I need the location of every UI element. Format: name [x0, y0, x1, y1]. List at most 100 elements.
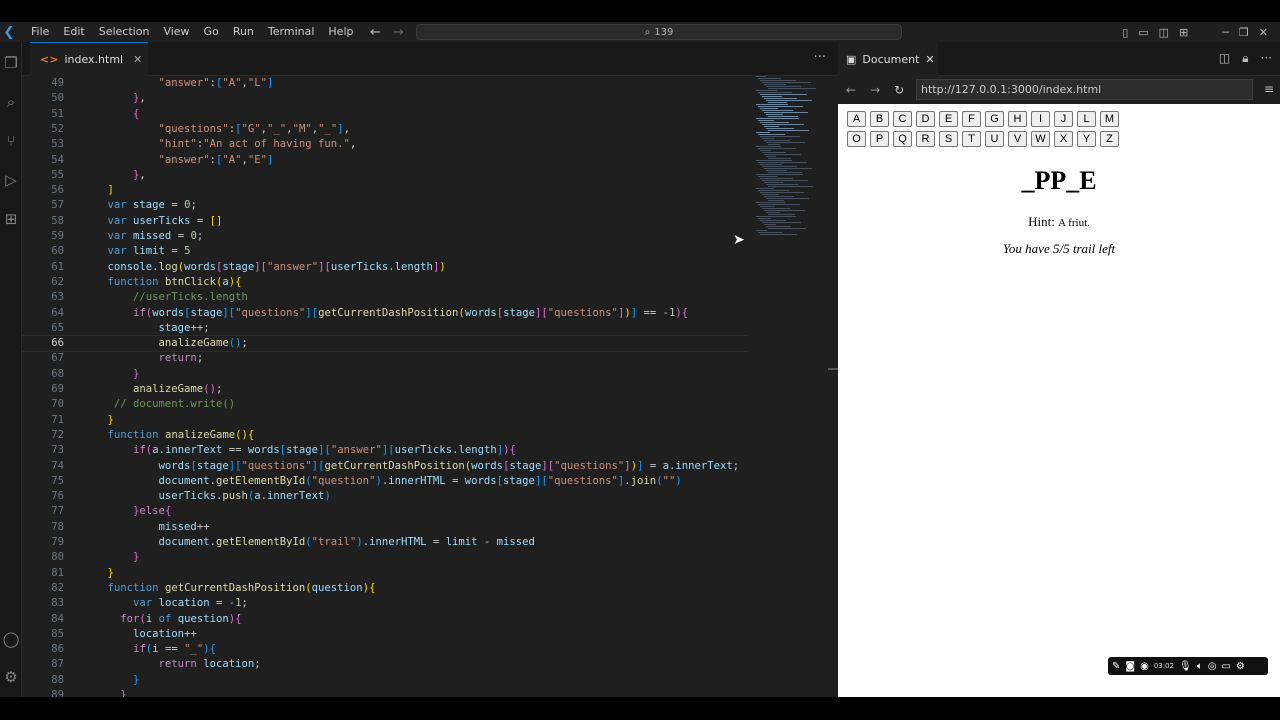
- browser-forward-icon[interactable]: →: [870, 83, 880, 97]
- letter-button-x[interactable]: X: [1054, 131, 1073, 147]
- recorder-settings-icon[interactable]: ⚙: [1236, 661, 1245, 672]
- code-line[interactable]: 69 analizeGame();: [22, 382, 748, 397]
- code-line[interactable]: 51 {: [22, 107, 748, 122]
- code-line[interactable]: 59 var missed = 0;: [22, 229, 748, 244]
- split-editor-icon[interactable]: ◫: [1219, 51, 1230, 66]
- toggle-panel-icon[interactable]: ▭: [1138, 26, 1148, 39]
- speaker-icon[interactable]: 🔈︎: [1197, 661, 1203, 672]
- account-icon[interactable]: ◯: [0, 628, 22, 650]
- minimap[interactable]: [750, 76, 828, 697]
- more-browser-actions-icon[interactable]: ···: [1261, 51, 1272, 66]
- menu-edit[interactable]: Edit: [56, 22, 91, 42]
- letter-button-m[interactable]: M: [1100, 111, 1119, 127]
- code-editor[interactable]: 49 "answer":["A","L"] 50 }, 51 {52 "questi…: [22, 76, 748, 697]
- letter-button-s[interactable]: S: [939, 131, 958, 147]
- code-line[interactable]: 84 for(i of question){: [22, 612, 748, 627]
- browser-menu-icon[interactable]: ≡: [1264, 82, 1274, 96]
- code-line[interactable]: 76 userTicks.push(a.innerText): [22, 489, 748, 504]
- code-line[interactable]: 73 if(a.innerText == words[stage]["answe…: [22, 443, 748, 458]
- code-line[interactable]: 86 if(i == "_"){: [22, 642, 748, 657]
- code-line[interactable]: 77 }else{: [22, 504, 748, 519]
- letter-button-g[interactable]: G: [985, 111, 1004, 127]
- menu-file[interactable]: File: [24, 22, 56, 42]
- code-line[interactable]: 58 var userTicks = []: [22, 214, 748, 229]
- code-line[interactable]: 61 console.log(words[stage]["answer"][us…: [22, 260, 748, 275]
- tab-index-html[interactable]: <> index.html ✕: [30, 42, 148, 76]
- code-line[interactable]: 62 function btnClick(a){: [22, 275, 748, 290]
- code-line[interactable]: 49 "answer":["A","L"]: [22, 76, 748, 91]
- minimize-icon[interactable]: ─: [1222, 26, 1229, 39]
- code-line[interactable]: 72 function analizeGame(){: [22, 428, 748, 443]
- code-line[interactable]: 63 //userTicks.length: [22, 290, 748, 305]
- code-line[interactable]: 56 ]: [22, 183, 748, 198]
- code-line[interactable]: 74 words[stage]["questions"][getCurrentD…: [22, 459, 748, 474]
- explorer-icon[interactable]: ❐: [0, 52, 22, 74]
- source-control-icon[interactable]: ⑂: [0, 130, 22, 152]
- code-line[interactable]: 68 }: [22, 367, 748, 382]
- letter-button-v[interactable]: V: [1008, 131, 1027, 147]
- letter-button-c[interactable]: C: [893, 111, 912, 127]
- run-debug-icon[interactable]: ▷: [0, 169, 22, 191]
- settings-gear-icon[interactable]: ⚙: [0, 666, 22, 688]
- customize-layout-icon[interactable]: ⊞: [1179, 26, 1188, 39]
- code-line[interactable]: 85 location++: [22, 627, 748, 642]
- forward-arrow-icon[interactable]: →: [393, 25, 404, 40]
- letter-button-o[interactable]: O: [847, 131, 866, 147]
- code-line[interactable]: 52 "questions":["G","_","M","_"],: [22, 122, 748, 137]
- browser-back-icon[interactable]: ←: [846, 83, 856, 97]
- webcam-icon[interactable]: ◎: [1208, 661, 1217, 672]
- restore-icon[interactable]: ❐: [1239, 26, 1249, 39]
- lock-icon[interactable]: 🔒︎: [1242, 51, 1248, 66]
- letter-button-i[interactable]: I: [1031, 111, 1050, 127]
- letter-button-w[interactable]: W: [1031, 131, 1050, 147]
- camera-icon[interactable]: ◙: [1125, 661, 1135, 672]
- scrollbar[interactable]: [828, 368, 838, 370]
- code-line[interactable]: 82 function getCurrentDashPosition(quest…: [22, 581, 748, 596]
- letter-button-q[interactable]: Q: [893, 131, 912, 147]
- letter-button-h[interactable]: H: [1008, 111, 1027, 127]
- url-input[interactable]: http://127.0.0.1:3000/index.html: [916, 79, 1253, 100]
- menu-terminal[interactable]: Terminal: [261, 22, 322, 42]
- code-line[interactable]: 83 var location = -1;: [22, 596, 748, 611]
- back-arrow-icon[interactable]: ←: [370, 25, 381, 40]
- code-line[interactable]: 57 var stage = 0;: [22, 198, 748, 213]
- close-tab-icon[interactable]: ✕: [133, 53, 142, 66]
- code-line[interactable]: 80 }: [22, 550, 748, 565]
- code-line[interactable]: 81 }: [22, 566, 748, 581]
- pen-icon[interactable]: ✎: [1112, 661, 1120, 672]
- code-line[interactable]: 60 var limit = 5: [22, 244, 748, 259]
- code-line[interactable]: 89 }: [22, 688, 748, 697]
- code-line[interactable]: 50 },: [22, 91, 748, 106]
- screen-icon[interactable]: ▭: [1221, 661, 1230, 672]
- letter-button-u[interactable]: U: [985, 131, 1004, 147]
- toggle-sidebar-icon[interactable]: ▯: [1122, 26, 1128, 39]
- code-line[interactable]: 79 document.getElementById("trail").inne…: [22, 535, 748, 550]
- code-line[interactable]: 78 missed++: [22, 520, 748, 535]
- letter-button-e[interactable]: E: [939, 111, 958, 127]
- search-view-icon[interactable]: ⌕: [0, 91, 22, 113]
- more-actions-icon[interactable]: ···: [814, 50, 826, 65]
- reload-icon[interactable]: ↻: [894, 83, 904, 97]
- menu-selection[interactable]: Selection: [92, 22, 157, 42]
- code-line[interactable]: 66 analizeGame();: [22, 335, 748, 353]
- letter-button-b[interactable]: B: [870, 111, 889, 127]
- tab-document[interactable]: ▣ Document ✕: [838, 42, 938, 76]
- letter-button-f[interactable]: F: [962, 111, 981, 127]
- code-line[interactable]: 54 "answer":["A","E"]: [22, 153, 748, 168]
- code-line[interactable]: 53 "hint":"An act of having fun.",: [22, 137, 748, 152]
- letter-button-l[interactable]: L: [1077, 111, 1096, 127]
- toggle-secondary-sidebar-icon[interactable]: ◫: [1159, 26, 1169, 39]
- code-line[interactable]: 70 // document.write(): [22, 397, 748, 412]
- close-window-icon[interactable]: ✕: [1259, 26, 1268, 39]
- code-line[interactable]: 65 stage++;: [22, 321, 748, 336]
- extensions-icon[interactable]: ⊞: [0, 208, 22, 230]
- code-line[interactable]: 88 }: [22, 673, 748, 688]
- command-center-search[interactable]: ⌕ 139: [416, 24, 902, 40]
- code-line[interactable]: 64 if(words[stage]["questions"][getCurre…: [22, 306, 748, 321]
- letter-button-r[interactable]: R: [916, 131, 935, 147]
- letter-button-y[interactable]: Y: [1077, 131, 1096, 147]
- letter-button-z[interactable]: Z: [1100, 131, 1119, 147]
- record-icon[interactable]: ◉: [1140, 661, 1149, 672]
- letter-button-a[interactable]: A: [847, 111, 866, 127]
- code-line[interactable]: 55 },: [22, 168, 748, 183]
